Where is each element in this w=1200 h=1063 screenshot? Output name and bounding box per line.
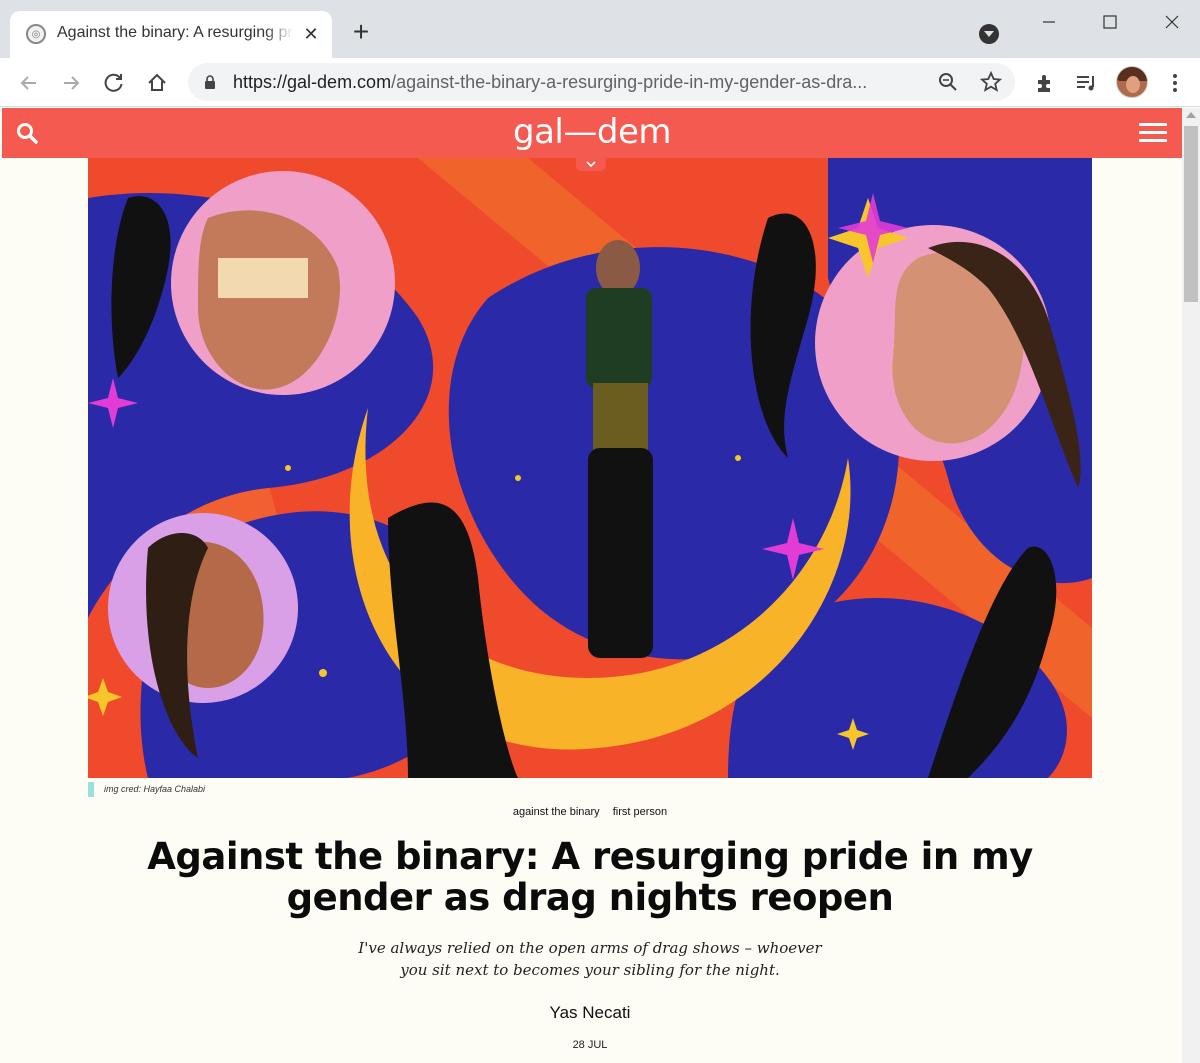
tab-title: Against the binary: A resurging pride in… bbox=[57, 24, 293, 41]
headline-line: Against the binary: A resurging pride in… bbox=[147, 835, 1033, 878]
author-name[interactable]: Yas Necati bbox=[490, 1003, 690, 1025]
article-standfirst: I've always relied on the open arms of d… bbox=[340, 937, 840, 981]
zoom-icon[interactable] bbox=[933, 67, 963, 97]
url-path: /against-the-binary-a-resurging-pride-in… bbox=[391, 72, 868, 92]
tab-search-icon[interactable] bbox=[979, 24, 999, 44]
image-credit: img cred: Hayfaa Chalabi bbox=[104, 784, 206, 794]
url-text[interactable]: https://gal-dem.com/against-the-binary-a… bbox=[233, 72, 933, 94]
tag-link[interactable]: against the binary bbox=[513, 806, 600, 818]
reading-list-icon[interactable] bbox=[1072, 68, 1102, 98]
maximize-button[interactable] bbox=[1087, 4, 1133, 40]
home-icon[interactable] bbox=[142, 68, 172, 98]
publish-date: 28 JUL bbox=[572, 1039, 608, 1051]
chevron-down-icon[interactable] bbox=[576, 158, 606, 171]
site-logo[interactable]: gal—dem bbox=[462, 112, 722, 152]
standfirst-line: I've always relied on the open arms of d… bbox=[358, 939, 822, 957]
new-tab-button[interactable]: + bbox=[346, 18, 376, 48]
site-search-icon[interactable] bbox=[14, 120, 40, 146]
hamburger-menu-icon[interactable] bbox=[1139, 121, 1169, 145]
hero-illustration bbox=[88, 158, 1092, 778]
site-favicon-icon: ◎ bbox=[26, 24, 46, 44]
forward-icon[interactable] bbox=[56, 68, 86, 98]
article-tags: against the binary first person bbox=[400, 806, 780, 822]
tag-link[interactable]: first person bbox=[613, 806, 667, 818]
article-headline: Against the binary: A resurging pride in… bbox=[140, 836, 1040, 920]
kebab-menu-icon[interactable] bbox=[1160, 68, 1190, 98]
headline-line: gender as drag nights reopen bbox=[286, 876, 894, 919]
url-host: https://gal-dem.com bbox=[233, 72, 392, 92]
browser-tab[interactable]: ◎ Against the binary: A resurging pride … bbox=[10, 11, 332, 58]
tab-close-icon[interactable]: ✕ bbox=[299, 22, 323, 46]
scrollbar-thumb[interactable] bbox=[1184, 126, 1198, 302]
tab-strip: ◎ Against the binary: A resurging pride … bbox=[0, 0, 1200, 58]
window-close-button[interactable] bbox=[1149, 4, 1195, 40]
browser-toolbar: https://gal-dem.com/against-the-binary-a… bbox=[0, 58, 1200, 107]
bookmark-star-icon[interactable] bbox=[976, 67, 1006, 97]
lock-icon[interactable] bbox=[204, 75, 216, 89]
caption-accent-bar bbox=[88, 782, 94, 797]
back-icon[interactable] bbox=[14, 68, 44, 98]
scroll-up-arrow-icon[interactable] bbox=[1186, 112, 1196, 118]
extensions-icon[interactable] bbox=[1030, 68, 1060, 98]
address-bar[interactable]: https://gal-dem.com/against-the-binary-a… bbox=[188, 63, 1015, 101]
site-header: gal—dem bbox=[2, 108, 1182, 171]
reload-icon[interactable] bbox=[99, 68, 129, 98]
minimize-button[interactable] bbox=[1026, 4, 1072, 40]
profile-avatar[interactable] bbox=[1116, 66, 1148, 98]
standfirst-line: you sit next to becomes your sibling for… bbox=[400, 961, 780, 979]
page-scrollbar[interactable] bbox=[1182, 108, 1200, 1063]
